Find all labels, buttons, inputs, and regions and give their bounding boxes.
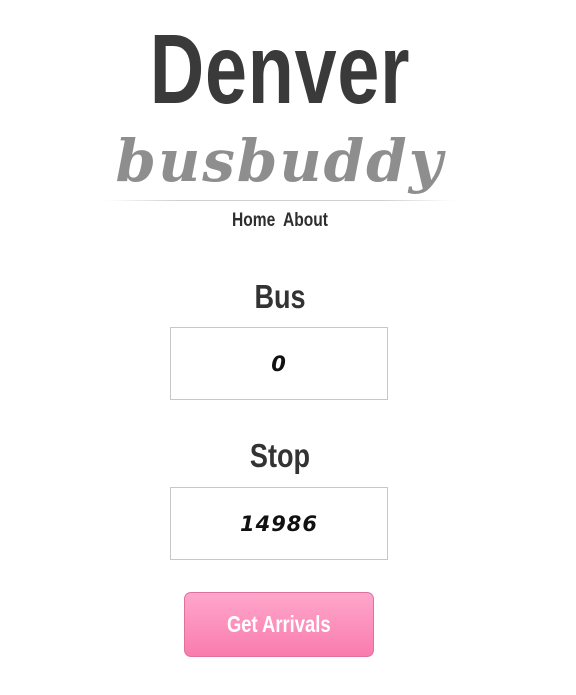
- stop-input[interactable]: [170, 487, 388, 560]
- bus-input[interactable]: [170, 327, 388, 400]
- main-nav: Home About: [50, 210, 509, 232]
- site-title: Denver: [149, 14, 411, 124]
- site-header: Denver busbuddy Home About: [0, 0, 576, 240]
- get-arrivals-button[interactable]: Get Arrivals: [184, 592, 374, 657]
- site-subtitle-logo: busbuddy: [115, 127, 445, 195]
- nav-home-link[interactable]: Home: [232, 210, 275, 231]
- nav-about-link[interactable]: About: [283, 210, 328, 231]
- stop-label: Stop: [249, 437, 311, 474]
- get-arrivals-button-label: Get Arrivals: [227, 611, 331, 637]
- bus-label: Bus: [254, 278, 306, 315]
- header-divider: [105, 200, 455, 201]
